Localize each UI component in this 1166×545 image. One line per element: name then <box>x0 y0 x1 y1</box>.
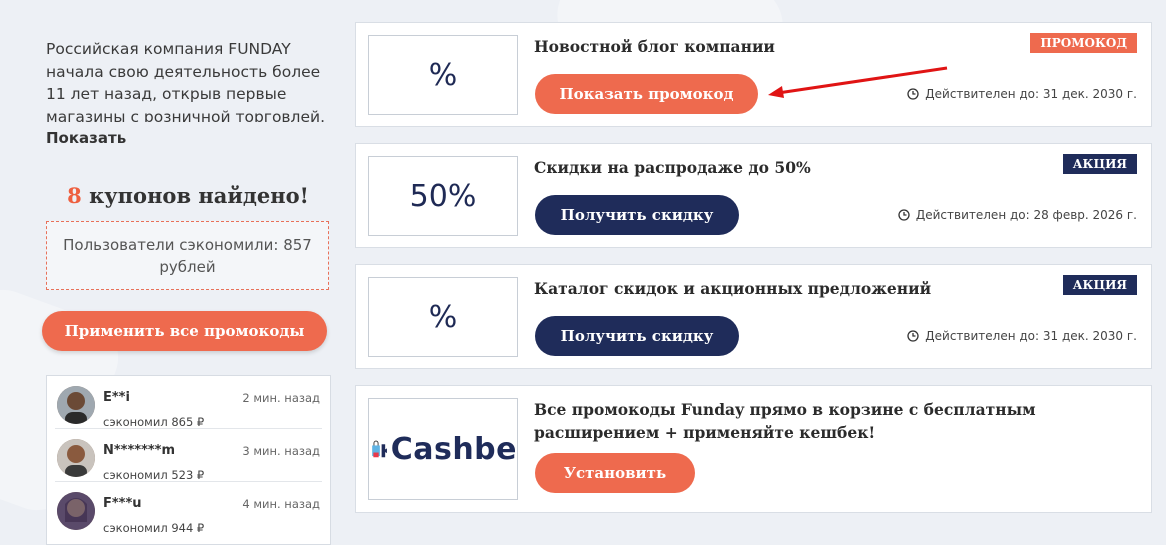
offer-title: Новостной блог компании <box>534 37 775 56</box>
avatar <box>57 386 95 424</box>
avatar <box>57 492 95 530</box>
sale-badge: АКЦИЯ <box>1062 154 1137 174</box>
pointer-arrow-icon <box>768 66 948 98</box>
user-name: N*******m <box>103 443 176 458</box>
clock-icon <box>898 209 910 221</box>
cashback-extension-logo: Cashbe <box>368 398 518 500</box>
user-time: 2 мин. назад <box>242 391 320 405</box>
show-promocode-button[interactable]: Показать промокод <box>535 74 758 114</box>
offer-thumb: 50% <box>368 156 518 236</box>
valid-until: Действителен до: 31 дек. 2030 г. <box>907 329 1137 343</box>
sidebar: Российская компания FUNDAY начала свою д… <box>0 0 355 545</box>
get-discount-button[interactable]: Получить скидку <box>535 316 739 356</box>
offer-card: % Каталог скидок и акционных предложений… <box>355 264 1152 369</box>
list-item: N*******m сэкономил 523 ₽ 3 мин. назад <box>55 429 322 482</box>
store-description: Российская компания FUNDAY начала свою д… <box>46 40 325 122</box>
logo-text: Cashbe <box>390 431 517 467</box>
user-time: 4 мин. назад <box>242 497 320 511</box>
offer-thumb: % <box>368 277 518 357</box>
users-saved-text: Пользователи сэкономили: 857 рублей <box>63 235 312 276</box>
user-name: E**i <box>103 390 130 405</box>
user-time: 3 мин. назад <box>242 444 320 458</box>
offer-title: Скидки на распродаже до 50% <box>534 158 811 177</box>
valid-until-text: Действителен до: 31 дек. 2030 г. <box>925 329 1137 343</box>
list-item: F***u сэкономил 944 ₽ 4 мин. назад <box>55 482 322 535</box>
list-item: E**i сэкономил 865 ₽ 2 мин. назад <box>55 376 322 429</box>
offer-title-line: расширением + применяйте кешбек! <box>534 423 876 442</box>
offer-title: Каталог скидок и акционных предложений <box>534 279 932 298</box>
offer-card: Cashbe Все промокоды Funday прямо в корз… <box>355 385 1152 513</box>
coupons-found-heading: 8 купонов найдено! <box>0 183 376 208</box>
recent-savers-list: E**i сэкономил 865 ₽ 2 мин. назад N*****… <box>46 375 331 545</box>
get-discount-button[interactable]: Получить скидку <box>535 195 739 235</box>
promocode-badge: ПРОМОКОД <box>1030 33 1137 53</box>
shopping-bag-icon <box>372 440 387 458</box>
user-saved: сэкономил 523 ₽ <box>103 468 205 482</box>
offer-title-line: Все промокоды Funday прямо в корзине с б… <box>534 400 1036 419</box>
user-name: F***u <box>103 496 142 511</box>
valid-until-text: Действителен до: 28 февр. 2026 г. <box>915 208 1137 222</box>
users-saved-box: Пользователи сэкономили: 857 рублей <box>46 221 329 290</box>
show-more-link[interactable]: Показать <box>46 129 126 147</box>
valid-until-text: Действителен до: 31 дек. 2030 г. <box>925 87 1137 101</box>
coupons-count: 8 <box>67 183 82 208</box>
offer-thumb: % <box>368 35 518 115</box>
avatar <box>57 439 95 477</box>
apply-all-promocodes-button[interactable]: Применить все промокоды <box>42 311 327 351</box>
valid-until: Действителен до: 28 февр. 2026 г. <box>898 208 1137 222</box>
coupons-found-text: купонов найдено! <box>81 183 309 208</box>
user-saved: сэкономил 944 ₽ <box>103 521 205 535</box>
user-saved: сэкономил 865 ₽ <box>103 415 205 429</box>
install-extension-button[interactable]: Установить <box>535 453 695 493</box>
clock-icon <box>907 330 919 342</box>
sale-badge: АКЦИЯ <box>1062 275 1137 295</box>
offer-card: % Новостной блог компании Показать промо… <box>355 22 1152 127</box>
offer-title: Все промокоды Funday прямо в корзине с б… <box>534 398 1036 444</box>
offer-card: 50% Скидки на распродаже до 50% Получить… <box>355 143 1152 248</box>
